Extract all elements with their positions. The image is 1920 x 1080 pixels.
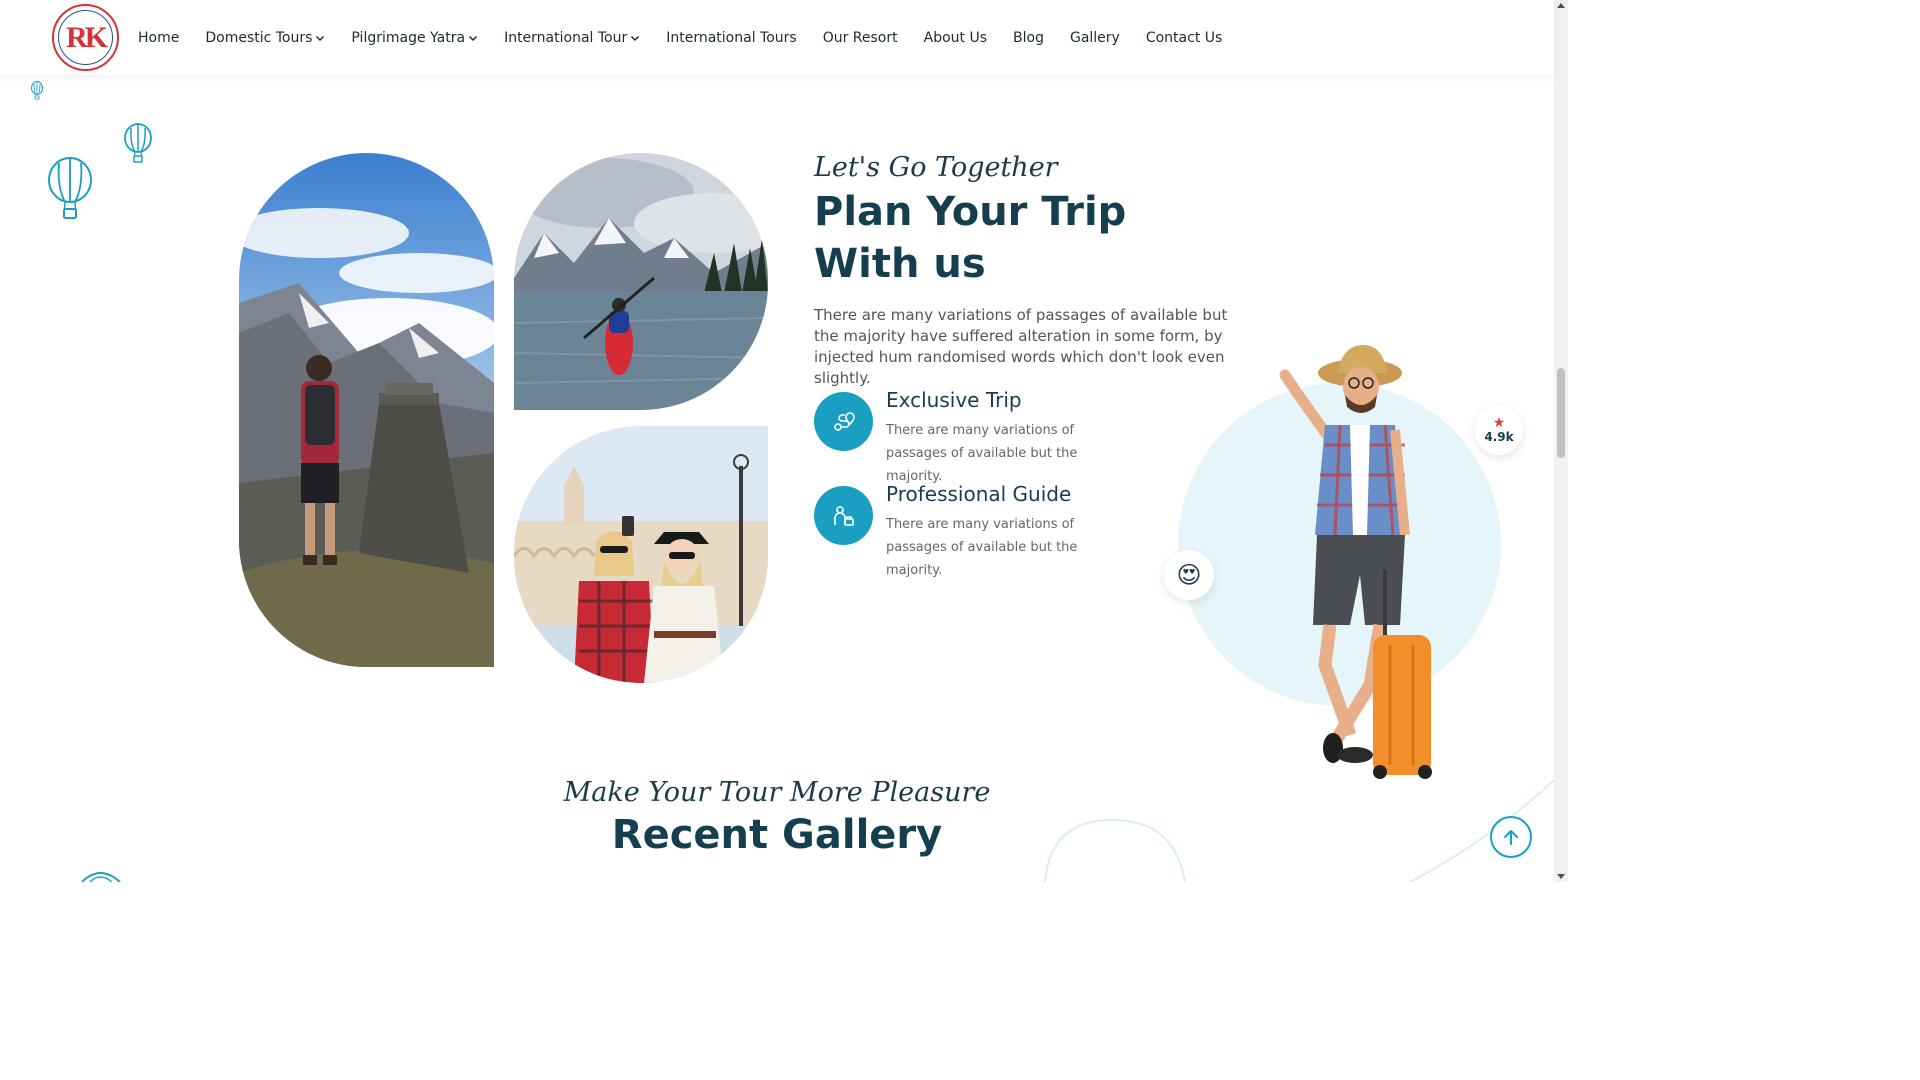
star-icon: ★ (1492, 415, 1506, 431)
feature-exclusive-trip: Exclusive Trip There are many variations… (814, 388, 1136, 488)
nav-label: Domestic Tours (205, 29, 313, 46)
section-description: There are many variations of passages of… (814, 306, 1228, 387)
nav-blog[interactable]: Blog (1013, 30, 1044, 46)
nav-label: Blog (1013, 29, 1044, 46)
scroll-thumb[interactable] (1557, 368, 1565, 458)
scroll-down-arrow-icon[interactable] (1557, 874, 1565, 879)
nav-label: About Us (923, 29, 988, 46)
nav-international-tour[interactable]: International Tour (504, 30, 640, 46)
feature-title: Professional Guide (886, 482, 1072, 506)
balloon-icon (48, 157, 92, 219)
kayak-lake-image (514, 153, 768, 410)
hiker-mountain-image (239, 153, 494, 667)
nav-home[interactable]: Home (138, 30, 179, 46)
site-logo[interactable]: RK (52, 4, 119, 71)
site-header: RK Home Domestic Tours Pilgrimage Yatra … (0, 0, 1554, 75)
chevron-down-icon (469, 35, 478, 41)
route-icon (814, 392, 873, 451)
nav-gallery[interactable]: Gallery (1070, 30, 1120, 46)
back-to-top-button[interactable] (1490, 816, 1532, 858)
title-line-2: With us (814, 241, 986, 287)
nav-contact-us[interactable]: Contact Us (1146, 30, 1222, 46)
nav-international-tours[interactable]: International Tours (666, 30, 796, 46)
heart-eyes-emoji-icon: 😍 (1176, 561, 1202, 589)
rating-badge: ★ 4.9k (1475, 405, 1523, 455)
gallery-title: Recent Gallery (611, 812, 943, 858)
nav-label: Pilgrimage Yatra (351, 29, 466, 46)
feature-text: There are many variations of passages of… (886, 517, 1078, 578)
nav-label: Our Resort (822, 29, 898, 46)
feature-body: Professional Guide There are many variat… (886, 482, 1136, 582)
scroll-up-arrow-icon[interactable] (1557, 3, 1565, 8)
rating-value: 4.9k (1484, 430, 1514, 444)
nav-domestic-tours[interactable]: Domestic Tours (205, 30, 325, 46)
gallery-subtitle: Make Your Tour More Pleasure (563, 777, 991, 808)
section-subtitle: Let's Go Together (814, 152, 1058, 183)
feature-title: Exclusive Trip (886, 388, 1022, 412)
feature-professional-guide: Professional Guide There are many variat… (814, 482, 1136, 582)
friends-selfie-image (514, 426, 768, 683)
nav-label: Home (138, 29, 180, 46)
balloon-icon (81, 872, 121, 882)
feature-body: Exclusive Trip There are many variations… (886, 388, 1136, 488)
traveler-image (1279, 345, 1432, 779)
nav-label: Gallery (1069, 29, 1120, 46)
title-line-1: Plan Your Trip (814, 189, 1127, 235)
nav-label: International Tour (504, 29, 628, 46)
nav-about-us[interactable]: About Us (924, 30, 987, 46)
arrow-up-icon (1504, 830, 1518, 845)
balloon-icon (31, 81, 43, 100)
guide-icon (814, 486, 873, 545)
nav-pilgrimage-yatra[interactable]: Pilgrimage Yatra (351, 30, 478, 46)
nav-label: Contact Us (1145, 29, 1223, 46)
feature-text: There are many variations of passages of… (886, 423, 1078, 484)
chevron-down-icon (631, 35, 640, 41)
nav-label: International Tours (666, 29, 797, 46)
emoji-badge: 😍 (1164, 550, 1214, 600)
nav-our-resort[interactable]: Our Resort (823, 30, 898, 46)
chevron-down-icon (316, 35, 325, 41)
logo-text: RK (66, 20, 108, 54)
balloon-icon (124, 123, 152, 163)
logo-emblem: RK (58, 10, 113, 65)
main-nav: Home Domestic Tours Pilgrimage Yatra Int… (138, 0, 1248, 75)
section-title: Plan Your Trip With us (814, 186, 1126, 290)
page-scrollbar[interactable] (1554, 0, 1568, 882)
